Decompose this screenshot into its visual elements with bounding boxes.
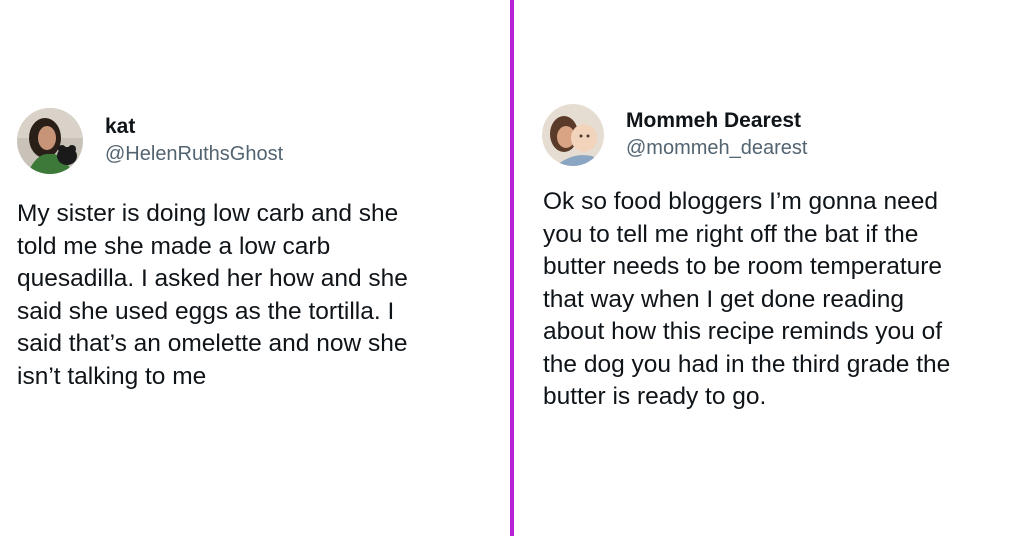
- tweet-card-left: kat @HelenRuthsGhost My sister is doing …: [0, 0, 510, 536]
- tweet-card-right: Mommeh Dearest @mommeh_dearest Ok so foo…: [516, 0, 1024, 536]
- tweet-text: My sister is doing low carb and she told…: [17, 200, 408, 390]
- tweet-header: kat @HelenRuthsGhost: [17, 108, 283, 174]
- avatar[interactable]: [17, 108, 83, 174]
- display-name[interactable]: Mommeh Dearest: [626, 108, 807, 134]
- avatar[interactable]: [542, 104, 604, 166]
- user-handle[interactable]: @mommeh_dearest: [626, 134, 807, 162]
- user-handle[interactable]: @HelenRuthsGhost: [105, 140, 283, 168]
- profile-photo-icon: [542, 104, 604, 166]
- tweet-header: Mommeh Dearest @mommeh_dearest: [542, 104, 807, 166]
- profile-photo-icon: [17, 108, 83, 174]
- divider: [510, 0, 514, 536]
- display-name[interactable]: kat: [105, 114, 283, 140]
- tweet-text: Ok so food bloggers I’m gonna need you t…: [543, 188, 951, 410]
- tweet-author: Mommeh Dearest @mommeh_dearest: [626, 108, 807, 162]
- tweet-author: kat @HelenRuthsGhost: [105, 114, 283, 168]
